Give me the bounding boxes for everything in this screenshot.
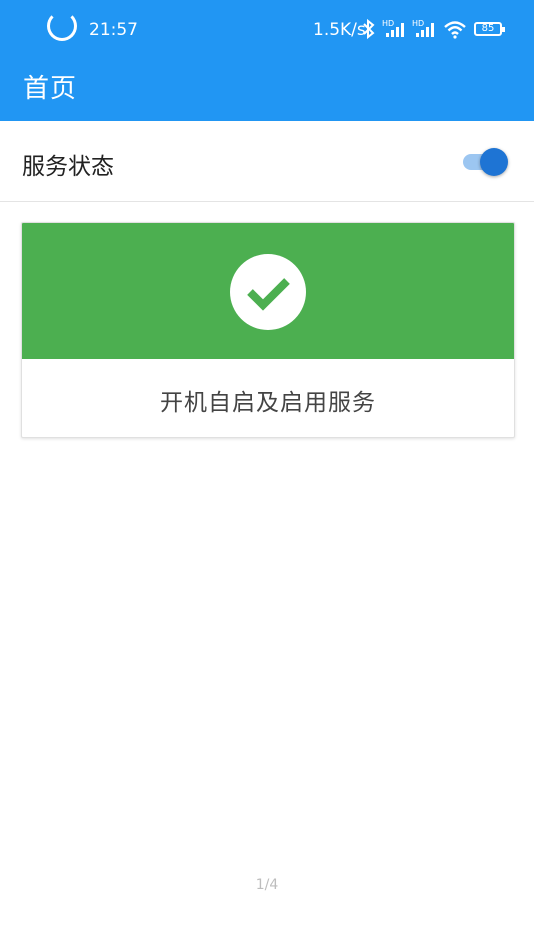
status-time: 21:57 [89, 20, 138, 40]
signal-badge: HD [412, 19, 424, 28]
app-bar: 首页 [0, 44, 534, 121]
service-status-row[interactable]: 服务状态 [0, 121, 534, 202]
wifi-icon [444, 21, 466, 39]
network-speed: 1.5K/s [313, 20, 366, 40]
battery-level: 85 [481, 23, 495, 34]
page-title: 首页 [23, 74, 78, 104]
service-status-toggle[interactable] [463, 148, 508, 176]
signal-badge: HD [382, 19, 394, 28]
signal-hd-icon: HD [382, 19, 404, 37]
autostart-service-card[interactable]: 开机自启及启用服务 [21, 222, 515, 438]
check-circle-icon [230, 254, 306, 330]
battery-icon: 85 [474, 22, 505, 36]
service-status-label: 服务状态 [22, 154, 114, 180]
loading-spinner-icon [47, 11, 77, 41]
page-indicator: 1/4 [255, 877, 279, 893]
bluetooth-icon [363, 18, 375, 40]
card-caption: 开机自启及启用服务 [160, 390, 376, 416]
signal-hd-icon: HD [412, 19, 434, 37]
toggle-thumb [480, 148, 508, 176]
status-bar: 21:57 1.5K/s HD HD 85 [0, 0, 534, 44]
card-banner [22, 223, 514, 359]
